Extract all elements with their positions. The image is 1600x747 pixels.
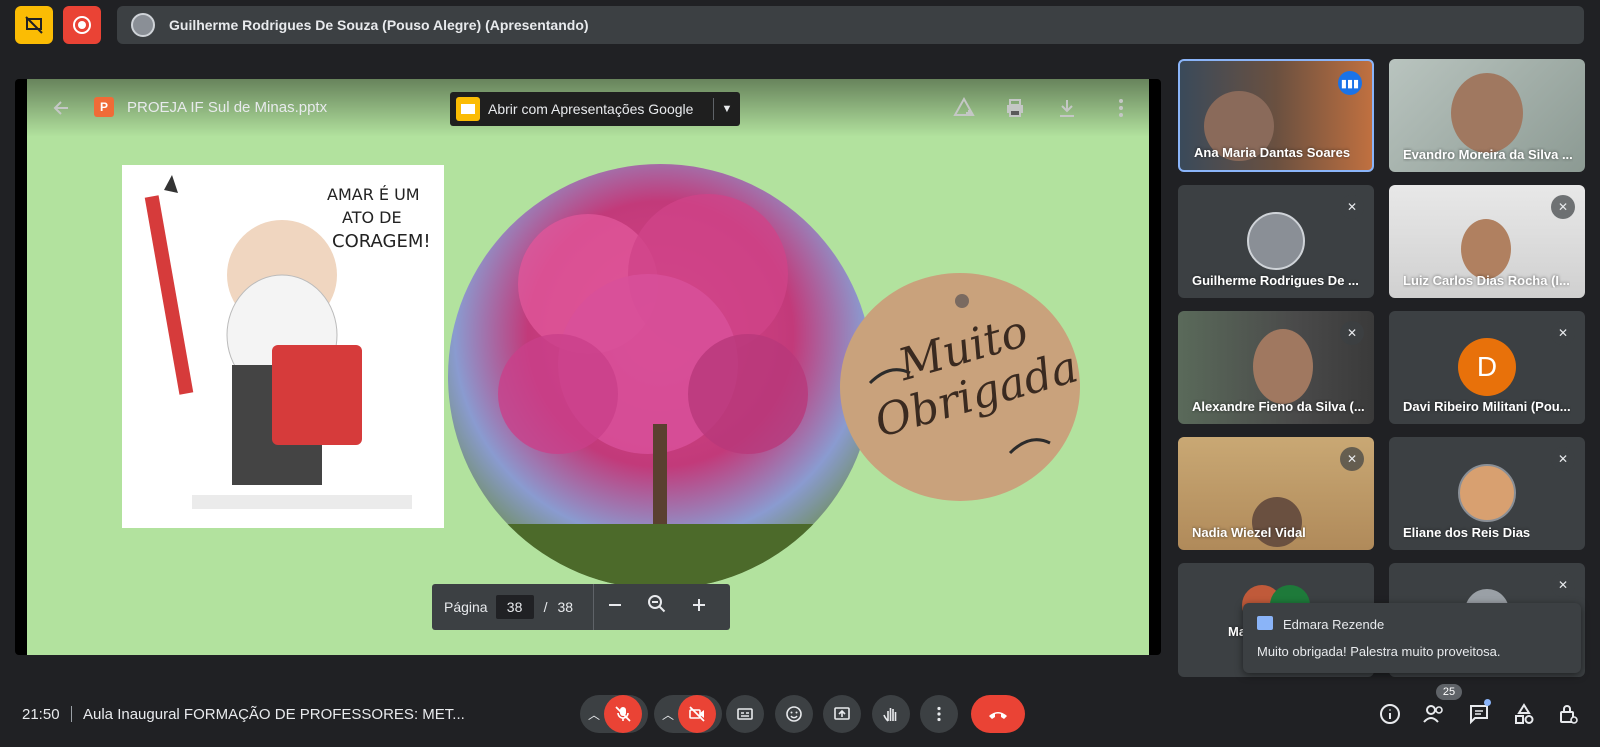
participant-name: Alexandre Fieno da Silva (...	[1192, 399, 1365, 414]
participant-avatar	[1458, 464, 1516, 522]
meeting-info-icon[interactable]	[1379, 703, 1401, 725]
participant-video	[1461, 219, 1511, 279]
emoji-icon	[786, 706, 802, 722]
more-vert-icon[interactable]	[1109, 96, 1133, 120]
mic-off-icon: ✕	[1551, 321, 1575, 345]
closed-captions-icon	[737, 708, 753, 720]
chevron-up-icon: ︿	[588, 707, 601, 722]
chat-notification[interactable]: Edmara Rezende Muito obrigada! Palestra …	[1243, 603, 1581, 673]
file-name: PROEJA IF Sul de Minas.pptx	[127, 99, 328, 116]
svg-text:AMAR É UM: AMAR É UM	[327, 185, 420, 204]
participant-initial-avatar: D	[1458, 338, 1516, 396]
participant-video	[1253, 329, 1313, 404]
slide-canvas: AMAR É UM ATO DE CORAGEM! Muito Obrigada	[27, 79, 1149, 655]
participant-tile[interactable]: ✕ Nadia Wiezel Vidal	[1178, 437, 1374, 550]
page-controls: Página 38 / 38	[432, 584, 730, 630]
presentation-stage: AMAR É UM ATO DE CORAGEM! Muito Obrigada…	[15, 79, 1161, 655]
print-icon[interactable]	[1003, 96, 1027, 120]
record-icon	[73, 16, 91, 34]
open-with-label: Abrir com Apresentações Google	[488, 101, 694, 117]
participant-name: Eliane dos Reis Dias	[1403, 525, 1531, 540]
presenter-banner: Guilherme Rodrigues De Souza (Pouso Aleg…	[117, 6, 1584, 44]
svg-text:ATO DE: ATO DE	[342, 208, 402, 227]
cartoon-image: AMAR É UM ATO DE CORAGEM!	[122, 165, 444, 528]
participant-tile[interactable]: ✕ Guilherme Rodrigues De ...	[1178, 185, 1374, 298]
participant-tile[interactable]: ✕ Luiz Carlos Dias Rocha (I...	[1389, 185, 1585, 298]
raise-hand-button[interactable]	[872, 695, 910, 733]
chevron-up-icon: ︿	[662, 707, 675, 722]
chat-icon	[1257, 616, 1273, 630]
participant-video	[1451, 73, 1523, 153]
speaking-icon: ▮▮▮	[1338, 71, 1362, 95]
hang-up-icon	[989, 712, 1007, 719]
recording-indicator-button[interactable]	[63, 6, 101, 44]
viewer-toolbar: P PROEJA IF Sul de Minas.pptx Abrir com …	[27, 79, 1149, 137]
participant-tile[interactable]: Evandro Moreira da Silva ...	[1389, 59, 1585, 172]
presentation-off-icon	[25, 16, 43, 34]
chat-message: Muito obrigada! Palestra muito proveitos…	[1257, 644, 1501, 659]
chat-sender: Edmara Rezende	[1283, 617, 1385, 632]
google-slides-icon	[456, 97, 480, 121]
zoom-in-button[interactable]	[678, 594, 720, 620]
participant-count-badge: 25	[1436, 684, 1462, 700]
present-button[interactable]	[823, 695, 861, 733]
participant-name: Guilherme Rodrigues De ...	[1192, 273, 1359, 288]
zoom-out-button[interactable]	[594, 594, 636, 620]
download-icon[interactable]	[1055, 96, 1079, 120]
page-number-input[interactable]: 38	[495, 595, 534, 619]
clock: 21:50	[22, 706, 60, 723]
zoom-icon	[648, 595, 666, 613]
mic-off-icon: ✕	[1340, 195, 1364, 219]
powerpoint-file-icon: P	[94, 97, 114, 117]
participant-avatar	[1247, 212, 1305, 270]
chevron-down-icon[interactable]: ▼	[714, 103, 740, 115]
captions-button[interactable]	[726, 695, 764, 733]
page-label: Página	[444, 599, 488, 615]
presentation-off-button[interactable]	[15, 6, 53, 44]
present-screen-icon	[834, 707, 850, 720]
mic-off-icon: ✕	[1340, 447, 1364, 471]
bottom-divider	[71, 706, 72, 722]
presenter-avatar	[131, 13, 155, 37]
participant-name: Ana Maria Dantas Soares	[1194, 145, 1351, 160]
page-separator: /	[543, 599, 548, 615]
chat-unread-dot	[1484, 699, 1491, 706]
camera-toggle-button[interactable]	[678, 695, 716, 733]
add-to-drive-icon[interactable]	[952, 96, 976, 120]
hand-icon	[883, 708, 897, 722]
people-icon[interactable]	[1422, 703, 1446, 725]
ipe-tree-image	[448, 164, 873, 589]
more-options-button[interactable]	[920, 695, 958, 733]
participant-name: Nadia Wiezel Vidal	[1192, 525, 1306, 540]
participant-name: Luiz Carlos Dias Rocha (I...	[1403, 273, 1570, 288]
mic-off-icon: ✕	[1551, 447, 1575, 471]
minus-icon	[609, 604, 622, 606]
mic-off-icon	[615, 706, 631, 722]
chat-icon[interactable]	[1468, 703, 1490, 725]
activities-icon[interactable]	[1513, 703, 1535, 725]
back-arrow-icon[interactable]	[51, 98, 71, 118]
participant-name: Evandro Moreira da Silva ...	[1403, 147, 1573, 162]
participant-name: Davi Ribeiro Militani (Pou...	[1403, 399, 1571, 414]
meeting-title: Aula Inaugural FORMAÇÃO DE PROFESSORES: …	[83, 706, 465, 723]
plus-icon	[693, 599, 706, 611]
host-controls-icon[interactable]	[1557, 703, 1579, 725]
participant-tile[interactable]: ✕ Alexandre Fieno da Silva (...	[1178, 311, 1374, 424]
presenter-label: Guilherme Rodrigues De Souza (Pouso Aleg…	[169, 17, 589, 33]
participant-tile[interactable]: D ✕ Davi Ribeiro Militani (Pou...	[1389, 311, 1585, 424]
more-vert-icon	[937, 706, 941, 722]
mic-toggle-button[interactable]	[604, 695, 642, 733]
mic-off-icon: ✕	[1340, 321, 1364, 345]
svg-text:CORAGEM!: CORAGEM!	[332, 231, 431, 252]
page-total: 38	[557, 599, 574, 615]
participant-tile[interactable]: ✕ Eliane dos Reis Dias	[1389, 437, 1585, 550]
zoom-fit-button[interactable]	[636, 594, 678, 620]
open-with-button[interactable]: Abrir com Apresentações Google ▼	[450, 92, 740, 126]
reactions-button[interactable]	[775, 695, 813, 733]
mic-off-icon: ✕	[1551, 573, 1575, 597]
participant-tile[interactable]: ▮▮▮ Ana Maria Dantas Soares	[1178, 59, 1374, 172]
leave-call-button[interactable]	[971, 695, 1025, 733]
mic-off-icon: ✕	[1551, 195, 1575, 219]
camera-off-icon	[689, 706, 705, 722]
